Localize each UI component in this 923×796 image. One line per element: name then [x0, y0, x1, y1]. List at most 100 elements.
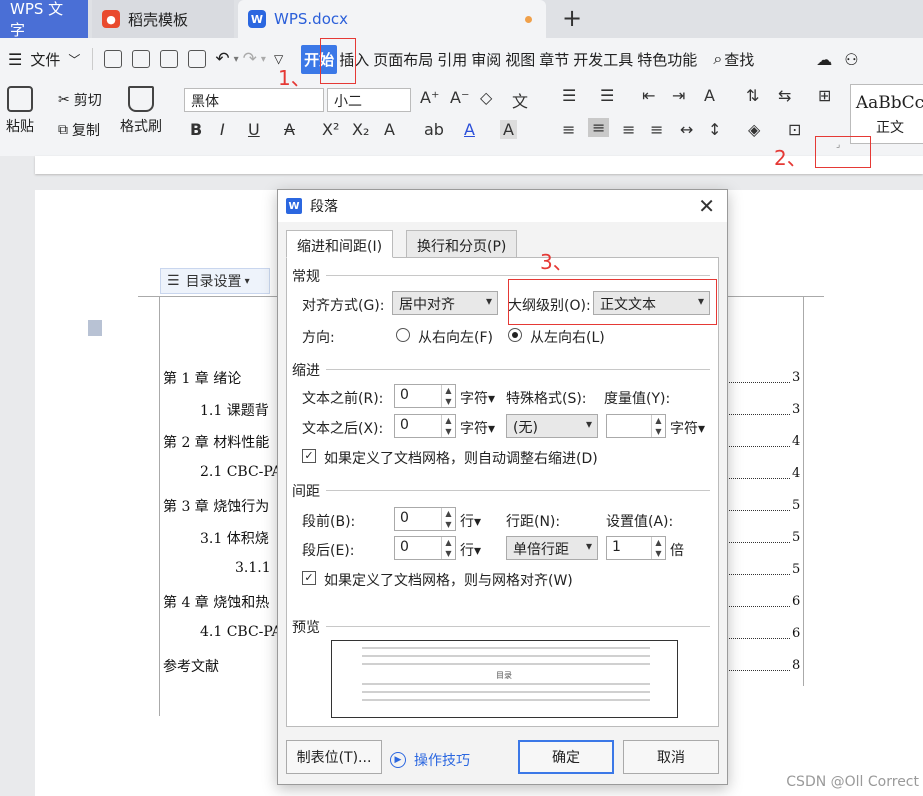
text-effect-icon[interactable]: A — [384, 120, 395, 139]
toc-entry[interactable]: 2.1 CBC-PA — [200, 464, 282, 480]
undo-dropdown-icon[interactable]: ▾ — [234, 54, 239, 65]
hamburger-menu-icon[interactable]: ☰ — [8, 50, 22, 69]
cloud-sync-icon[interactable]: ☁ — [816, 50, 832, 69]
undo-icon[interactable]: ↶ — [215, 49, 229, 69]
highlight-icon[interactable]: ab — [424, 120, 444, 139]
special-format-select[interactable]: (无) — [506, 414, 598, 438]
strikethrough-icon[interactable]: A — [284, 120, 295, 139]
tab-indent-spacing[interactable]: 缩进和间距(I) — [286, 230, 394, 258]
ltr-radio[interactable] — [508, 328, 522, 342]
toc-entry[interactable]: 3.1.1 — [235, 560, 271, 576]
rtl-radio[interactable] — [396, 328, 410, 342]
spacing-before-input[interactable]: 0 ▲ ▼ — [394, 507, 456, 531]
spinner-icon[interactable]: ▲ ▼ — [651, 537, 665, 559]
spinner-icon[interactable]: ▲ ▼ — [441, 537, 455, 559]
shading-icon[interactable]: ◈ — [748, 120, 760, 139]
export-pdf-icon[interactable] — [132, 50, 151, 68]
toc-settings-button[interactable]: ☰ 目录设置 ▾ — [160, 268, 270, 294]
unit-label[interactable]: 字符▾ — [460, 388, 495, 408]
toc-entry[interactable]: 1.1 课题背 — [200, 400, 269, 420]
show-marks-icon[interactable]: ⇆ — [778, 86, 791, 105]
align-center-icon[interactable]: ≡ — [588, 118, 610, 137]
copy-button[interactable]: ⧉ 复制 — [58, 120, 100, 140]
toc-entry[interactable]: 3.1 体积烧 — [200, 528, 269, 548]
distributed-icon[interactable]: ↔ — [680, 120, 693, 139]
set-value-input[interactable]: 1 ▲ ▼ — [606, 536, 666, 560]
menu-developer[interactable]: 开发工具 — [571, 49, 635, 70]
tab-template[interactable]: ● 稻壳模板 — [92, 0, 234, 38]
unit-label[interactable]: 行▾ — [460, 511, 481, 531]
redo-dropdown-icon[interactable]: ▾ — [261, 54, 266, 65]
save-icon[interactable] — [104, 50, 123, 68]
toc-entry[interactable]: 4.1 CBC-PA — [200, 624, 282, 640]
unit-label[interactable]: 行▾ — [460, 540, 481, 560]
align-right-icon[interactable]: ≡ — [622, 120, 635, 139]
font-name-select[interactable]: 黑体 — [184, 88, 324, 112]
menu-file[interactable]: 文件 — [28, 49, 62, 70]
new-tab-button[interactable]: + — [562, 4, 582, 32]
cut-button[interactable]: ✂ 剪切 — [58, 90, 102, 110]
paragraph-mark-icon[interactable] — [88, 320, 102, 336]
menu-references[interactable]: 引用 — [435, 49, 469, 70]
menu-special[interactable]: 特色功能 — [635, 49, 699, 70]
toc-entry[interactable]: 第 3 章 烧蚀行为 — [163, 496, 269, 516]
sort-icon[interactable]: ⇅ — [746, 86, 759, 105]
font-size-select[interactable]: 小二 — [327, 88, 411, 112]
line-spacing-icon[interactable]: ↕ — [708, 120, 721, 139]
tab-wps-writer[interactable]: WPS 文字 — [0, 0, 88, 39]
underline-icon[interactable]: U — [248, 120, 260, 139]
superscript-icon[interactable]: X² — [322, 120, 339, 139]
spinner-icon[interactable]: ▲ ▼ — [441, 508, 455, 530]
increase-font-icon[interactable]: A⁺ — [420, 88, 439, 107]
style-normal[interactable]: AaBbCc 正文 — [850, 84, 923, 144]
print-icon[interactable] — [160, 50, 179, 68]
menu-layout[interactable]: 页面布局 — [371, 49, 435, 70]
toc-entry[interactable]: 第 1 章 绪论 — [163, 368, 241, 388]
toc-entry[interactable]: 第 2 章 材料性能 — [163, 432, 269, 452]
paste-button[interactable]: 粘贴 — [6, 86, 34, 136]
measure-input[interactable]: ▲ ▼ — [606, 414, 666, 438]
spinner-icon[interactable]: ▲ ▼ — [651, 415, 665, 437]
unit-label[interactable]: 字符▾ — [670, 418, 705, 438]
chinese-layout-icon[interactable]: A — [704, 86, 715, 105]
toc-entry[interactable]: 参考文献 — [163, 656, 219, 676]
menu-search[interactable]: 查找 — [722, 49, 756, 70]
unit-label[interactable]: 字符▾ — [460, 418, 495, 438]
increase-indent-icon[interactable]: ⇥ — [672, 86, 685, 105]
clear-format-icon[interactable]: ◇ — [480, 88, 492, 107]
redo-icon[interactable]: ↷ — [243, 49, 257, 69]
toc-entry[interactable]: 第 4 章 烧蚀和热 — [163, 592, 269, 612]
alignment-select[interactable]: 居中对齐 — [392, 291, 498, 315]
close-icon[interactable]: ✕ — [698, 194, 715, 218]
tab-document[interactable]: W WPS.docx — [238, 0, 546, 38]
borders-icon[interactable]: ⊡ — [788, 120, 801, 139]
spacing-after-input[interactable]: 0 ▲ ▼ — [394, 536, 456, 560]
grid-indent-checkbox[interactable]: ✓ — [302, 449, 316, 463]
menu-section[interactable]: 章节 — [537, 49, 571, 70]
subscript-icon[interactable]: X₂ — [352, 120, 369, 139]
numbering-icon[interactable]: ☰ — [600, 86, 614, 105]
tips-link[interactable]: ▶ 操作技巧 — [390, 750, 470, 770]
pinyin-icon[interactable]: 文 — [512, 88, 528, 112]
spinner-icon[interactable]: ▲ ▼ — [441, 385, 455, 407]
cancel-button[interactable]: 取消 — [623, 740, 719, 774]
decrease-indent-icon[interactable]: ⇤ — [642, 86, 655, 105]
chevron-down-icon[interactable]: ﹀ — [68, 51, 80, 68]
line-spacing-select[interactable]: 单倍行距 — [506, 536, 598, 560]
menu-view[interactable]: 视图 — [503, 49, 537, 70]
grid-align-checkbox[interactable]: ✓ — [302, 571, 316, 585]
after-text-input[interactable]: 0 ▲ ▼ — [394, 414, 456, 438]
before-text-input[interactable]: 0 ▲ ▼ — [394, 384, 456, 408]
table-icon[interactable]: ⊞ — [818, 86, 831, 105]
print-preview-icon[interactable] — [188, 50, 207, 68]
decrease-font-icon[interactable]: A⁻ — [450, 88, 469, 107]
menu-review[interactable]: 审阅 — [469, 49, 503, 70]
bold-icon[interactable]: B — [190, 120, 202, 139]
tab-line-page-breaks[interactable]: 换行和分页(P) — [406, 230, 518, 258]
italic-icon[interactable]: I — [220, 120, 225, 139]
justify-icon[interactable]: ≡ — [650, 120, 663, 139]
search-icon[interactable]: ⌕ — [713, 49, 722, 69]
align-left-icon[interactable]: ≡ — [562, 120, 575, 139]
ok-button[interactable]: 确定 — [518, 740, 614, 774]
user-icon[interactable]: ⚇ — [844, 50, 858, 69]
